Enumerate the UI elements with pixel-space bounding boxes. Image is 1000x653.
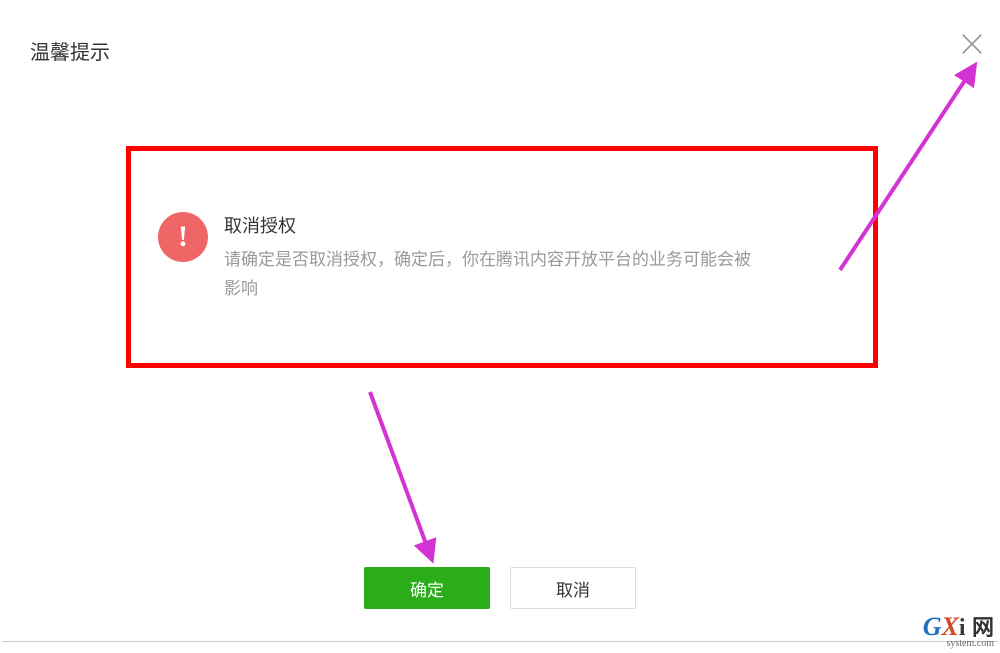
warning-heading: 取消授权 xyxy=(224,212,764,238)
annotation-arrow-icon xyxy=(360,382,450,572)
confirm-button[interactable]: 确定 xyxy=(364,567,490,609)
close-button[interactable] xyxy=(956,30,988,62)
close-icon xyxy=(958,30,986,63)
button-row: 确定 取消 xyxy=(0,567,1000,609)
warning-content: ! 取消授权 请确定是否取消授权，确定后，你在腾讯内容开放平台的业务可能会被影响 xyxy=(158,212,764,304)
warning-icon: ! xyxy=(158,212,208,262)
dialog-title: 温馨提示 xyxy=(30,36,110,65)
warning-text: 取消授权 请确定是否取消授权，确定后，你在腾讯内容开放平台的业务可能会被影响 xyxy=(224,212,764,304)
watermark: GXi 网 system.com xyxy=(923,610,994,649)
cancel-button[interactable]: 取消 xyxy=(510,567,636,609)
warning-message: 请确定是否取消授权，确定后，你在腾讯内容开放平台的业务可能会被影响 xyxy=(224,246,764,304)
divider xyxy=(2,641,998,642)
